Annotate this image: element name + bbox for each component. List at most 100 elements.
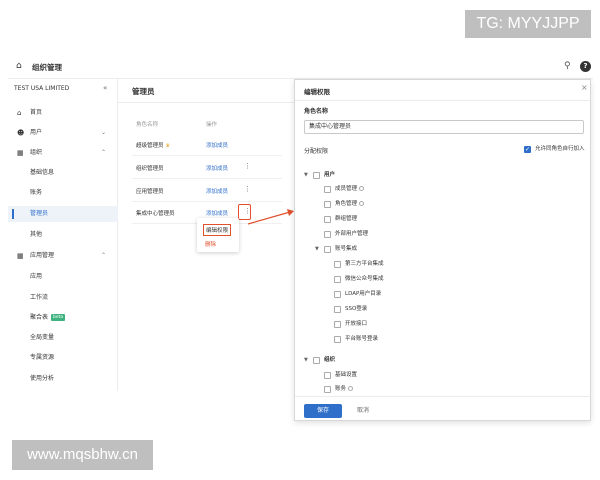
tree-label-role-mgmt: 角色管理 — [335, 200, 365, 208]
users-icon: ☻ — [17, 129, 25, 137]
add-member-link[interactable]: 添加成员 — [206, 187, 228, 195]
save-button[interactable]: 保存 — [304, 404, 342, 418]
tree-label-basic-settings: 基础设置 — [335, 372, 358, 378]
caret-down-icon[interactable]: ▼ — [315, 245, 319, 253]
tree-label-user: 用户 — [324, 172, 336, 178]
panel-title: 编辑权限 — [304, 88, 330, 96]
sidebar-item-label: 应用 — [30, 273, 43, 280]
assign-perm-label: 分配权限 — [304, 148, 329, 155]
more-icon[interactable]: ⋮ — [244, 162, 251, 170]
sidebar-item-workflow[interactable]: 工作流 — [8, 290, 118, 306]
sidebar-item-billing[interactable]: 账务 — [8, 185, 118, 201]
tree-checkbox[interactable] — [313, 357, 320, 364]
sidebar-item-label: 账务 — [30, 189, 43, 196]
tree-label-open-api: 开放接口 — [345, 321, 368, 327]
tree-checkbox[interactable] — [334, 261, 341, 268]
watermark-url: www.mqsbhw.cn — [12, 440, 153, 470]
tree-label-wechat: 微信公众号集成 — [345, 276, 384, 282]
tree-label-account-integration: 账号集成 — [335, 246, 358, 252]
main-title: 管理员 — [132, 87, 155, 96]
sidebar: TEST USA LIMITED « ⌂ 首页 ☻ 用户 ⌄ ▦ 组织 ⌃ 基础… — [8, 79, 118, 391]
tree-checkbox[interactable] — [334, 291, 341, 298]
sidebar-item-apps[interactable]: 应用 — [8, 269, 118, 285]
tree-label-external-user-mgmt: 外部用户管理 — [335, 231, 369, 237]
caret-down-icon[interactable]: ▼ — [304, 356, 308, 364]
beta-badge: beta — [51, 314, 66, 321]
close-icon[interactable]: × — [581, 83, 588, 92]
tree-checkbox[interactable] — [334, 321, 341, 328]
sidebar-item-label: 全局变量 — [30, 334, 55, 341]
sidebar-item-label: 聚合表 beta — [30, 310, 66, 326]
allow-join-checkbox[interactable]: ✓ — [524, 146, 531, 153]
tree-label-third-party: 第三方平台集成 — [345, 261, 384, 267]
sidebar-item-label: 专属资源 — [30, 354, 55, 361]
sidebar-item-users[interactable]: ☻ 用户 ⌄ — [8, 125, 118, 141]
cancel-button[interactable]: 取消 — [357, 404, 369, 418]
role-name: 组织管理员 — [136, 166, 164, 172]
sidebar-item-dedicated[interactable]: 专属资源 — [8, 350, 118, 366]
tree-checkbox[interactable] — [324, 216, 331, 223]
sidebar-item-basic-info[interactable]: 基础信息 — [8, 165, 118, 181]
tree-label-group-mgmt: 群组管理 — [335, 216, 358, 222]
sidebar-item-label: 组织 — [30, 149, 43, 156]
tree-checkbox[interactable] — [313, 172, 320, 179]
sidebar-item-analytics[interactable]: 使用分析 — [8, 371, 118, 387]
tree-text: 成员管理 — [335, 186, 358, 192]
tree-checkbox[interactable] — [334, 306, 341, 313]
tree-checkbox[interactable] — [324, 186, 331, 193]
tree-checkbox[interactable] — [324, 386, 331, 393]
sidebar-item-admins[interactable]: 管理员 — [8, 206, 118, 222]
help-icon[interactable]: ? — [580, 61, 591, 72]
role-name: 应用管理员 — [136, 189, 164, 195]
info-icon — [359, 201, 365, 206]
divider — [118, 102, 295, 103]
role-name-text: 超级管理员 — [136, 143, 164, 149]
sidebar-item-text: 聚合表 — [30, 314, 49, 321]
chevron-up-icon: ⌃ — [101, 149, 107, 156]
tree-checkbox[interactable] — [324, 372, 331, 379]
sidebar-item-home[interactable]: ⌂ 首页 — [8, 105, 118, 121]
sidebar-item-app-mgmt[interactable]: ▦ 应用管理 ⌃ — [8, 248, 118, 264]
edit-permissions-menu-item[interactable]: 编辑权限 — [203, 224, 232, 236]
table-row: 超级管理员 ♛ 添加成员 — [132, 134, 282, 156]
tree-label-org: 组织 — [324, 357, 336, 363]
add-member-link[interactable]: 添加成员 — [206, 164, 228, 172]
tree-label-billing: 账务 — [335, 385, 354, 393]
col-header-name: 角色名称 — [136, 122, 159, 128]
add-member-link[interactable]: 添加成员 — [206, 209, 228, 217]
crown-icon: ♛ — [165, 143, 170, 149]
edit-permissions-panel: 编辑权限 × 角色名称 集成中心管理员 分配权限 ✓ 允许同角色自行加入 ▼ 用… — [294, 79, 591, 421]
divider — [295, 396, 590, 397]
add-member-link[interactable]: 添加成员 — [206, 141, 228, 149]
sidebar-item-global-vars[interactable]: 全局变量 — [8, 330, 118, 346]
top-bar: ⌂ 组织管理 ⚲ ? — [8, 58, 593, 78]
sidebar-item-label: 应用管理 — [30, 252, 55, 259]
tree-checkbox[interactable] — [334, 276, 341, 283]
sidebar-item-label: 工作流 — [30, 294, 49, 301]
role-name-input[interactable]: 集成中心管理员 — [304, 120, 584, 134]
delete-menu-item[interactable]: 删除 — [205, 240, 216, 248]
sidebar-item-other[interactable]: 其他 — [8, 227, 118, 243]
tree-checkbox[interactable] — [324, 231, 331, 238]
home-icon: ⌂ — [17, 109, 22, 117]
caret-down-icon[interactable]: ▼ — [304, 171, 308, 179]
tree-checkbox[interactable] — [324, 201, 331, 208]
tree-checkbox[interactable] — [334, 336, 341, 343]
search-icon[interactable]: ⚲ — [564, 61, 571, 71]
home-icon[interactable]: ⌂ — [16, 61, 22, 71]
tree-label-sso: SSO登录 — [345, 306, 368, 312]
sidebar-item-aggregate[interactable]: 聚合表 beta — [8, 310, 118, 326]
sidebar-item-org[interactable]: ▦ 组织 ⌃ — [8, 145, 118, 161]
tree-label-platform-login: 平台账号登录 — [345, 336, 379, 342]
watermark-tg: TG: MYYJJPP — [465, 10, 591, 38]
row-actions-menu: 编辑权限 删除 — [197, 218, 239, 252]
collapse-icon[interactable]: « — [103, 84, 107, 92]
info-icon — [359, 186, 365, 191]
chevron-down-icon: ⌄ — [101, 129, 107, 136]
sidebar-item-label: 用户 — [30, 129, 43, 136]
arrow-annotation — [247, 209, 294, 225]
more-icon[interactable]: ⋮ — [244, 185, 251, 193]
table-row: 组织管理员 添加成员 ⋮ — [132, 157, 282, 179]
role-name-label: 角色名称 — [304, 108, 329, 115]
tree-checkbox[interactable] — [324, 246, 331, 253]
